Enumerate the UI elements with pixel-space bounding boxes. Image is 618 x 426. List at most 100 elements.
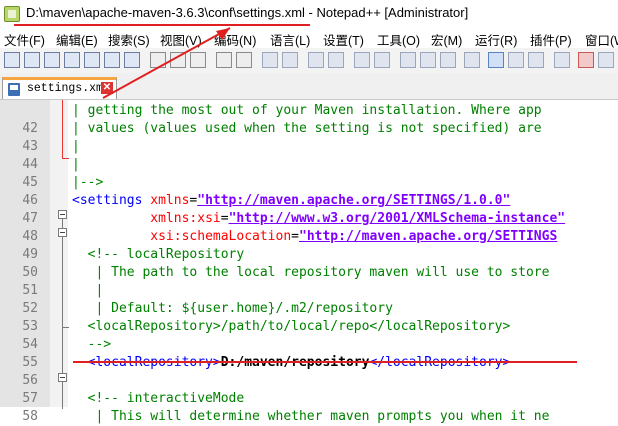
menu-macro[interactable]: 宏(M) (431, 30, 462, 49)
code-token: | (72, 139, 80, 154)
tab-settings-xml[interactable]: settings.xml ✕ (2, 77, 117, 99)
menu-view[interactable]: 视图(V) (160, 30, 202, 49)
line-number: 51 (22, 283, 38, 298)
code-text: |--> (72, 174, 103, 192)
line-number: 58 (22, 409, 38, 424)
redo-icon[interactable] (236, 52, 252, 68)
menu-edit[interactable]: 编辑(E) (56, 30, 98, 49)
menu-bar: 文件(F) 编辑(E) 搜索(S) 视图(V) 编码(N) 语言(L) 设置(T… (0, 28, 618, 48)
show-symbols-icon[interactable] (420, 52, 436, 68)
code-line[interactable]: 52 | Default: ${user.home}/.m2/repositor… (0, 300, 618, 318)
code-text: <!-- localRepository (72, 246, 245, 264)
code-line[interactable]: 53 <localRepository>/path/to/local/repo<… (0, 318, 618, 336)
code-line[interactable]: 47 xmlns:xsi="http://www.w3.org/2001/XML… (0, 210, 618, 228)
code-text: | getting the most out of your Maven ins… (72, 102, 542, 120)
cut-icon[interactable] (150, 52, 166, 68)
code-token: </localRepository> (369, 355, 511, 370)
code-text: | values (values used when the setting i… (72, 120, 542, 138)
save-icon[interactable] (44, 52, 60, 68)
saved-file-icon (8, 83, 20, 96)
line-number: 54 (22, 337, 38, 352)
indent-guide-icon[interactable] (440, 52, 456, 68)
zoom-in-icon[interactable] (308, 52, 324, 68)
code-line[interactable]: 55 <localRepository>D:/maven/repository<… (0, 354, 618, 372)
menu-plugins[interactable]: 插件(P) (530, 30, 572, 49)
sync-vertical-icon[interactable] (354, 52, 370, 68)
code-token: = (291, 229, 299, 244)
menu-search[interactable]: 搜索(S) (108, 30, 150, 49)
menu-language[interactable]: 语言(L) (270, 30, 310, 49)
folder-workspace-icon[interactable] (528, 52, 544, 68)
tab-label: settings.xml (27, 82, 110, 95)
code-token: "http://maven.apache.org/SETTINGS (299, 229, 558, 244)
code-line[interactable]: 51 | (0, 282, 618, 300)
code-token: <localRepository>/path/to/local/repo</lo… (72, 319, 511, 334)
code-line[interactable]: | getting the most out of your Maven ins… (0, 102, 618, 120)
code-text: | The path to the local repository maven… (72, 264, 549, 282)
line-number: 49 (22, 247, 38, 262)
code-line[interactable]: 57 <!-- interactiveMode (0, 390, 618, 408)
code-token: | Default: ${user.home}/.m2/repository (72, 301, 393, 316)
code-line[interactable]: 54 --> (0, 336, 618, 354)
code-line[interactable]: 44 | (0, 156, 618, 174)
code-token: <settings (72, 193, 151, 208)
save-all-icon[interactable] (64, 52, 80, 68)
undo-icon[interactable] (216, 52, 232, 68)
menu-window[interactable]: 窗口(W (585, 30, 618, 49)
code-line[interactable]: 42 | values (values used when the setting… (0, 120, 618, 138)
line-number: 47 (22, 211, 38, 226)
menu-run[interactable]: 运行(R) (475, 30, 517, 49)
find-icon[interactable] (262, 52, 278, 68)
code-line[interactable]: 49 <!-- localRepository (0, 246, 618, 264)
close-tab-icon[interactable]: ✕ (101, 82, 113, 94)
menu-encoding[interactable]: 编码(N) (214, 30, 256, 49)
open-file-icon[interactable] (24, 52, 40, 68)
print-icon[interactable] (124, 52, 140, 68)
code-token: | (72, 283, 104, 298)
word-wrap-icon[interactable] (400, 52, 416, 68)
code-token: <!-- localRepository (72, 247, 245, 262)
function-list-icon[interactable] (508, 52, 524, 68)
sync-horizontal-icon[interactable] (374, 52, 390, 68)
line-number: 55 (22, 355, 38, 370)
code-text: | (72, 282, 103, 300)
replace-icon[interactable] (282, 52, 298, 68)
code-token: | getting the most out of your Maven ins… (72, 103, 542, 118)
line-number: 45 (22, 175, 38, 190)
close-all-icon[interactable] (104, 52, 120, 68)
editor-pane[interactable]: | getting the most out of your Maven ins… (0, 99, 618, 424)
new-file-icon[interactable] (4, 52, 20, 68)
menu-file[interactable]: 文件(F) (4, 30, 45, 49)
code-line[interactable]: 58 | This will determine whether maven p… (0, 408, 618, 426)
menu-settings[interactable]: 设置(T) (323, 30, 364, 49)
document-map-icon[interactable] (488, 52, 504, 68)
pilcrow-icon[interactable] (464, 52, 480, 68)
line-number: 50 (22, 265, 38, 280)
line-number: 42 (22, 121, 38, 136)
code-token: "http://maven.apache.org/SETTINGS/1.0.0" (197, 193, 511, 208)
copy-icon[interactable] (170, 52, 186, 68)
stop-macro-icon[interactable] (598, 52, 614, 68)
menu-tools[interactable]: 工具(O) (377, 30, 420, 49)
code-line[interactable]: 48 xsi:schemaLocation="http://maven.apac… (0, 228, 618, 246)
code-text: | Default: ${user.home}/.m2/repository (72, 300, 393, 318)
code-token: | This will determine whether maven prom… (72, 409, 550, 424)
code-token: | values (values used when the setting i… (72, 121, 542, 136)
code-line[interactable]: 50 | The path to the local repository ma… (0, 264, 618, 282)
code-token: "http://www.w3.org/2001/XMLSchema-instan… (228, 211, 566, 226)
paste-icon[interactable] (190, 52, 206, 68)
line-number: 53 (22, 319, 38, 334)
code-line[interactable]: 46 <settings xmlns="http://maven.apache.o… (0, 192, 618, 210)
window-title: D:\maven\apache-maven-3.6.3\conf\setting… (26, 5, 469, 20)
close-file-icon[interactable] (84, 52, 100, 68)
monitoring-icon[interactable] (554, 52, 570, 68)
zoom-out-icon[interactable] (328, 52, 344, 68)
record-macro-icon[interactable] (578, 52, 594, 68)
code-token: <!-- interactiveMode (72, 391, 245, 406)
code-line[interactable]: 45 |--> (0, 174, 618, 192)
code-line[interactable]: 43 | (0, 138, 618, 156)
code-text: <localRepository>/path/to/local/repo</lo… (72, 318, 511, 336)
code-text: <localRepository>D:/maven/repository</lo… (72, 354, 511, 372)
code-line[interactable]: 56 (0, 372, 618, 390)
